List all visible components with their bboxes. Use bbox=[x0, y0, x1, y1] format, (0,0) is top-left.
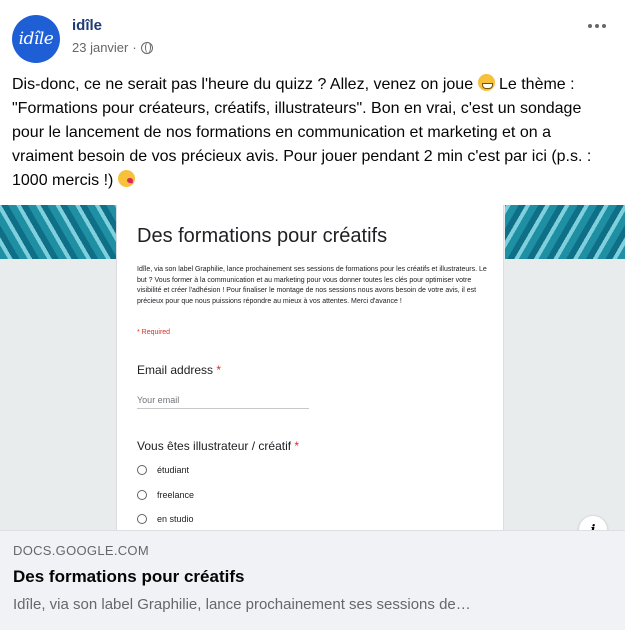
role-label-text: Vous êtes illustrateur / créatif bbox=[137, 439, 292, 453]
kiss-emoji-icon bbox=[117, 170, 135, 187]
globe-icon bbox=[140, 41, 153, 54]
page-name-link[interactable]: idîle bbox=[72, 17, 102, 34]
decorative-pattern-left bbox=[0, 205, 116, 259]
email-question-label: Email address * bbox=[137, 363, 221, 377]
avatar-logo-text: idîle bbox=[18, 29, 54, 49]
email-input bbox=[137, 391, 309, 409]
required-star: * bbox=[216, 363, 222, 377]
email-label-text: Email address bbox=[137, 363, 214, 377]
more-options-icon[interactable] bbox=[583, 16, 611, 36]
meta-separator: · bbox=[132, 40, 137, 55]
page-avatar[interactable]: idîle bbox=[12, 15, 60, 63]
link-title[interactable]: Des formations pour créatifs bbox=[13, 567, 244, 587]
post-meta: 23 janvier · bbox=[72, 40, 153, 55]
option-freelance: freelance bbox=[137, 490, 194, 500]
role-question-label: Vous êtes illustrateur / créatif * bbox=[137, 439, 299, 453]
radio-icon bbox=[137, 465, 147, 475]
required-note: * Required bbox=[137, 329, 171, 336]
decorative-pattern-right bbox=[505, 205, 625, 259]
google-form-card: Des formations pour créatifs Idîle, via … bbox=[116, 205, 504, 530]
radio-icon bbox=[137, 514, 147, 524]
option-label: freelance bbox=[157, 490, 195, 500]
post-text: Dis-donc, ce ne serait pas l'heure du qu… bbox=[12, 73, 612, 193]
required-star: * bbox=[294, 439, 300, 453]
option-label: étudiant bbox=[157, 465, 190, 475]
post-text-part1: Dis-donc, ce ne serait pas l'heure du qu… bbox=[12, 76, 478, 93]
link-footer[interactable]: DOCS.GOOGLE.COM Des formations pour créa… bbox=[0, 530, 625, 630]
dot bbox=[595, 24, 599, 28]
post-header: idîle idîle 23 janvier · bbox=[12, 12, 613, 63]
option-etudiant: étudiant bbox=[137, 465, 189, 475]
dot bbox=[588, 24, 592, 28]
option-label: en studio bbox=[157, 514, 194, 524]
option-en-studio: en studio bbox=[137, 514, 194, 524]
info-icon[interactable]: i bbox=[578, 515, 608, 530]
radio-icon bbox=[137, 490, 147, 500]
link-description: Idîle, via son label Graphilie, lance pr… bbox=[13, 596, 471, 613]
dot bbox=[602, 24, 606, 28]
grinning-emoji-icon bbox=[477, 74, 495, 91]
link-domain: DOCS.GOOGLE.COM bbox=[13, 543, 149, 558]
form-description: Idîle, via son label Graphilie, lance pr… bbox=[137, 266, 487, 305]
link-preview-image[interactable]: Des formations pour créatifs Idîle, via … bbox=[0, 205, 625, 530]
form-title: Des formations pour créatifs bbox=[137, 225, 388, 247]
post-date[interactable]: 23 janvier bbox=[72, 40, 128, 55]
